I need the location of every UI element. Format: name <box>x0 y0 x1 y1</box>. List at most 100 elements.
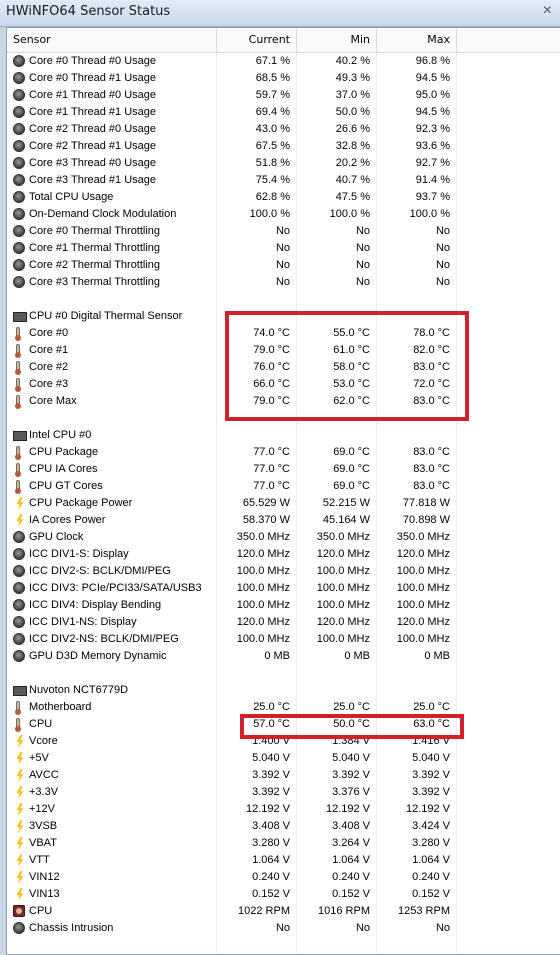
max-value: 100.0 MHz <box>396 633 450 645</box>
table-row[interactable]: CPU GT Cores 77.0 °C 69.0 °C 83.0 °C <box>7 478 560 495</box>
table-row[interactable]: +12V 12.192 V 12.192 V 12.192 V <box>7 801 560 818</box>
current-value: 3.280 V <box>252 837 290 849</box>
sensor-name: VIN13 <box>29 888 60 900</box>
min-value: 3.376 V <box>332 786 370 798</box>
min-value: 0.152 V <box>332 888 370 900</box>
table-row[interactable]: Core #2 Thread #1 Usage 67.5 % 32.8 % 93.6 … <box>7 138 560 155</box>
highlight-box-cpu-temp <box>240 714 464 739</box>
table-row[interactable]: CPU Package Power 65.529 W 52.215 W 77.818 … <box>7 495 560 512</box>
bolt-icon <box>16 786 24 799</box>
table-row[interactable]: ICC DIV4: Display Bending 100.0 MHz 100.0 … <box>7 597 560 614</box>
max-value: 120.0 MHz <box>396 548 450 560</box>
max-value: 83.0 °C <box>413 480 450 492</box>
min-value: 100.0 MHz <box>316 565 370 577</box>
header-max[interactable]: Max <box>427 33 450 46</box>
gauge-icon <box>13 157 25 169</box>
sensor-name: On-Demand Clock Modulation <box>29 208 177 220</box>
table-row[interactable]: ICC DIV3: PCIe/PCI33/SATA/USB3 100.0 MHz 1… <box>7 580 560 597</box>
table-row[interactable]: 3VSB 3.408 V 3.408 V 3.424 V <box>7 818 560 835</box>
column-divider[interactable] <box>376 28 377 52</box>
table-row[interactable]: Core #3 Thermal Throttling No No No <box>7 274 560 291</box>
max-value: 0.240 V <box>412 871 450 883</box>
bolt-icon <box>16 735 24 748</box>
header-sensor[interactable]: Sensor <box>13 33 51 46</box>
current-value: No <box>275 922 290 934</box>
column-divider[interactable] <box>456 28 457 52</box>
table-row[interactable]: Core #2 Thread #0 Usage 43.0 % 26.6 % 92.3 … <box>7 121 560 138</box>
table-row[interactable]: Core #3 Thread #1 Usage 75.4 % 40.7 % 91.4 … <box>7 172 560 189</box>
min-value: 100.0 MHz <box>316 633 370 645</box>
table-row[interactable]: Core #1 Thermal Throttling No No No <box>7 240 560 257</box>
sensor-name: 3VSB <box>29 820 58 832</box>
current-value: 68.5 % <box>255 72 290 84</box>
current-value: 5.040 V <box>252 752 290 764</box>
max-value: 94.5 % <box>415 106 450 118</box>
header-current[interactable]: Current <box>249 33 290 46</box>
max-value: 350.0 MHz <box>396 531 450 543</box>
gauge-icon <box>13 106 25 118</box>
min-value: 12.192 V <box>325 803 370 815</box>
current-value: 65.529 W <box>242 497 290 509</box>
bolt-icon <box>16 514 24 527</box>
table-row[interactable]: Core #2 Thermal Throttling No No No <box>7 257 560 274</box>
min-value: 32.8 % <box>335 140 370 152</box>
sensor-name: VTT <box>29 854 50 866</box>
current-value: 100.0 MHz <box>236 633 290 645</box>
sensor-name: ICC DIV2-NS: BCLK/DMI/PEG <box>29 633 179 645</box>
current-value: No <box>275 276 290 288</box>
table-row[interactable]: GPU Clock 350.0 MHz 350.0 MHz 350.0 MHz <box>7 529 560 546</box>
thermometer-icon <box>15 446 21 460</box>
group-header[interactable]: Nuvoton NCT6779D <box>7 682 560 699</box>
table-row[interactable]: ICC DIV1-S: Display 120.0 MHz 120.0 MHz 120… <box>7 546 560 563</box>
sensor-name: Chassis Intrusion <box>29 922 114 934</box>
max-value: 0.152 V <box>412 888 450 900</box>
window-title: HWiNFO64 Sensor Status <box>6 4 171 19</box>
min-value: 0 MB <box>344 650 370 662</box>
header-min[interactable]: Min <box>350 33 370 46</box>
column-divider[interactable] <box>216 28 217 52</box>
max-value: 3.392 V <box>412 786 450 798</box>
gauge-icon <box>13 616 25 628</box>
table-row[interactable]: Core #0 Thermal Throttling No No No <box>7 223 560 240</box>
table-row[interactable]: VTT 1.064 V 1.064 V 1.064 V <box>7 852 560 869</box>
max-value: No <box>435 242 450 254</box>
sensor-name: Core #2 <box>29 361 69 373</box>
table-row[interactable]: Core #3 Thread #0 Usage 51.8 % 20.2 % 92.7 … <box>7 155 560 172</box>
close-icon[interactable]: × <box>543 2 552 20</box>
current-value: 59.7 % <box>255 89 290 101</box>
sensor-name: Core #1 Thread #0 Usage <box>29 89 156 101</box>
table-row[interactable]: AVCC 3.392 V 3.392 V 3.392 V <box>7 767 560 784</box>
table-row[interactable]: Core #0 Thread #0 Usage 67.1 % 40.2 % 96.8 … <box>7 53 560 70</box>
table-row[interactable]: VIN13 0.152 V 0.152 V 0.152 V <box>7 886 560 903</box>
table-row[interactable]: GPU D3D Memory Dynamic 0 MB 0 MB 0 MB <box>7 648 560 665</box>
table-row[interactable]: ICC DIV2-S: BCLK/DMI/PEG 100.0 MHz 100.0 M… <box>7 563 560 580</box>
table-row[interactable]: VIN12 0.240 V 0.240 V 0.240 V <box>7 869 560 886</box>
table-row[interactable]: ICC DIV1-NS: Display 120.0 MHz 120.0 MHz 12… <box>7 614 560 631</box>
table-row[interactable]: IA Cores Power 58.370 W 45.164 W 70.898 W <box>7 512 560 529</box>
table-row[interactable]: Chassis Intrusion No No No <box>7 920 560 937</box>
max-value: 83.0 °C <box>413 446 450 458</box>
table-row[interactable]: Core #1 Thread #1 Usage 69.4 % 50.0 % 94.5 … <box>7 104 560 121</box>
gauge-icon <box>13 599 25 611</box>
sensor-name: Core #1 Thermal Throttling <box>29 242 161 254</box>
min-value: 120.0 MHz <box>316 616 370 628</box>
table-row[interactable]: +5V 5.040 V 5.040 V 5.040 V <box>7 750 560 767</box>
column-divider[interactable] <box>296 28 297 52</box>
max-value: No <box>435 225 450 237</box>
table-row[interactable]: On-Demand Clock Modulation 100.0 % 100.0 %… <box>7 206 560 223</box>
table-row[interactable]: CPU IA Cores 77.0 °C 69.0 °C 83.0 °C <box>7 461 560 478</box>
table-row[interactable]: Core #0 Thread #1 Usage 68.5 % 49.3 % 94.5 … <box>7 70 560 87</box>
max-value: 5.040 V <box>412 752 450 764</box>
group-header[interactable]: Intel CPU #0 <box>7 427 560 444</box>
table-row[interactable]: CPU Package 77.0 °C 69.0 °C 83.0 °C <box>7 444 560 461</box>
current-value: 67.1 % <box>255 55 290 67</box>
current-value: 75.4 % <box>255 174 290 186</box>
table-row[interactable]: CPU 1022 RPM 1016 RPM 1253 RPM <box>7 903 560 920</box>
max-value: 96.8 % <box>415 55 450 67</box>
table-row[interactable]: +3.3V 3.392 V 3.376 V 3.392 V <box>7 784 560 801</box>
current-value: 43.0 % <box>255 123 290 135</box>
table-row[interactable]: Total CPU Usage 62.8 % 47.5 % 93.7 % <box>7 189 560 206</box>
table-row[interactable]: Core #1 Thread #0 Usage 59.7 % 37.0 % 95.0 … <box>7 87 560 104</box>
table-row[interactable]: ICC DIV2-NS: BCLK/DMI/PEG 100.0 MHz 100.0 … <box>7 631 560 648</box>
table-row[interactable]: VBAT 3.280 V 3.264 V 3.280 V <box>7 835 560 852</box>
